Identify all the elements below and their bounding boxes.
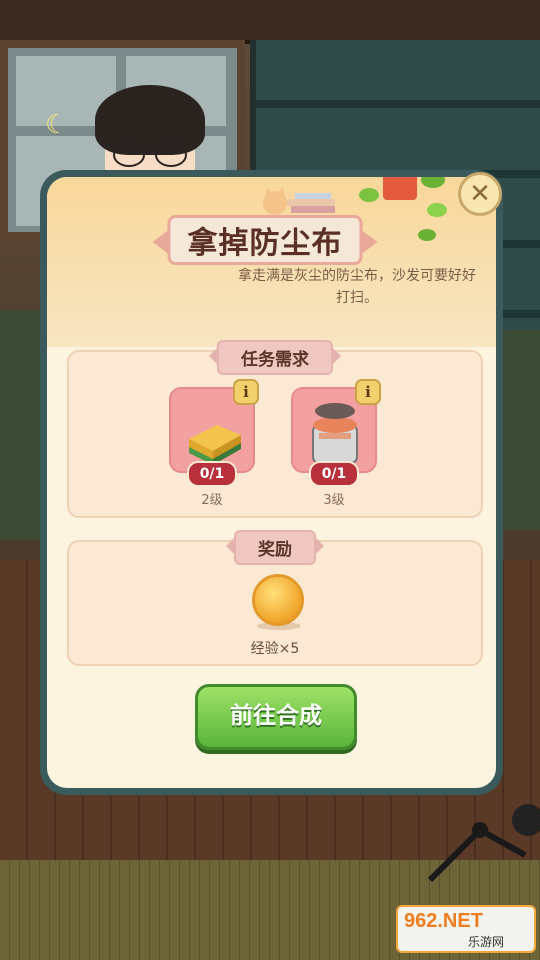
requirements-box: 任务需求 i 0/1 2级 i 0/1 3级 [67,340,483,518]
ceiling-beam [0,0,540,44]
cat-on-books-icon [263,187,335,215]
watermark-main: 962.NET [404,910,483,932]
task-modal-body: 拿掉防尘布 拿走满是灰尘的防尘布，沙发可要好好打扫。 任务需求 i 0/1 2级… [47,177,496,788]
requirement-count: 0/1 [187,461,237,487]
task-header: 拿掉防尘布 拿走满是灰尘的防尘布，沙发可要好好打扫。 [47,177,496,347]
requirement-count: 0/1 [309,461,359,487]
title-ribbon: 拿掉防尘布 [152,215,378,265]
rewards-label: 奖励 [226,530,324,565]
info-button[interactable]: i [355,379,381,405]
glasses-icon [113,143,187,167]
rewards-box: 奖励 经验×5 [67,530,483,666]
coin-icon [252,574,304,626]
go-to-merge-button[interactable]: 前往合成 [195,684,357,750]
info-button[interactable]: i [233,379,259,405]
desk-lamp-icon [427,804,540,883]
site-watermark: 962.NET 乐游网 [396,905,536,953]
reward-label: 经验×5 [250,641,300,657]
requirement-item[interactable]: i 0/1 2级 [169,379,259,508]
requirements-label: 任务需求 [209,340,341,375]
modal-title: 拿掉防尘布 [187,226,343,261]
requirement-level: 3级 [323,493,345,508]
requirement-item[interactable]: i 0/1 3级 [291,379,381,508]
task-modal: 拿掉防尘布 拿走满是灰尘的防尘布，沙发可要好好打扫。 任务需求 i 0/1 2级… [40,170,503,795]
task-description: 拿走满是灰尘的防尘布，沙发可要好好打扫。 [238,268,476,306]
requirement-level: 2级 [201,493,223,508]
watermark-sub: 乐游网 [468,935,505,949]
hanging-plant-icon [359,177,447,241]
close-icon[interactable]: ✕ [458,172,502,216]
